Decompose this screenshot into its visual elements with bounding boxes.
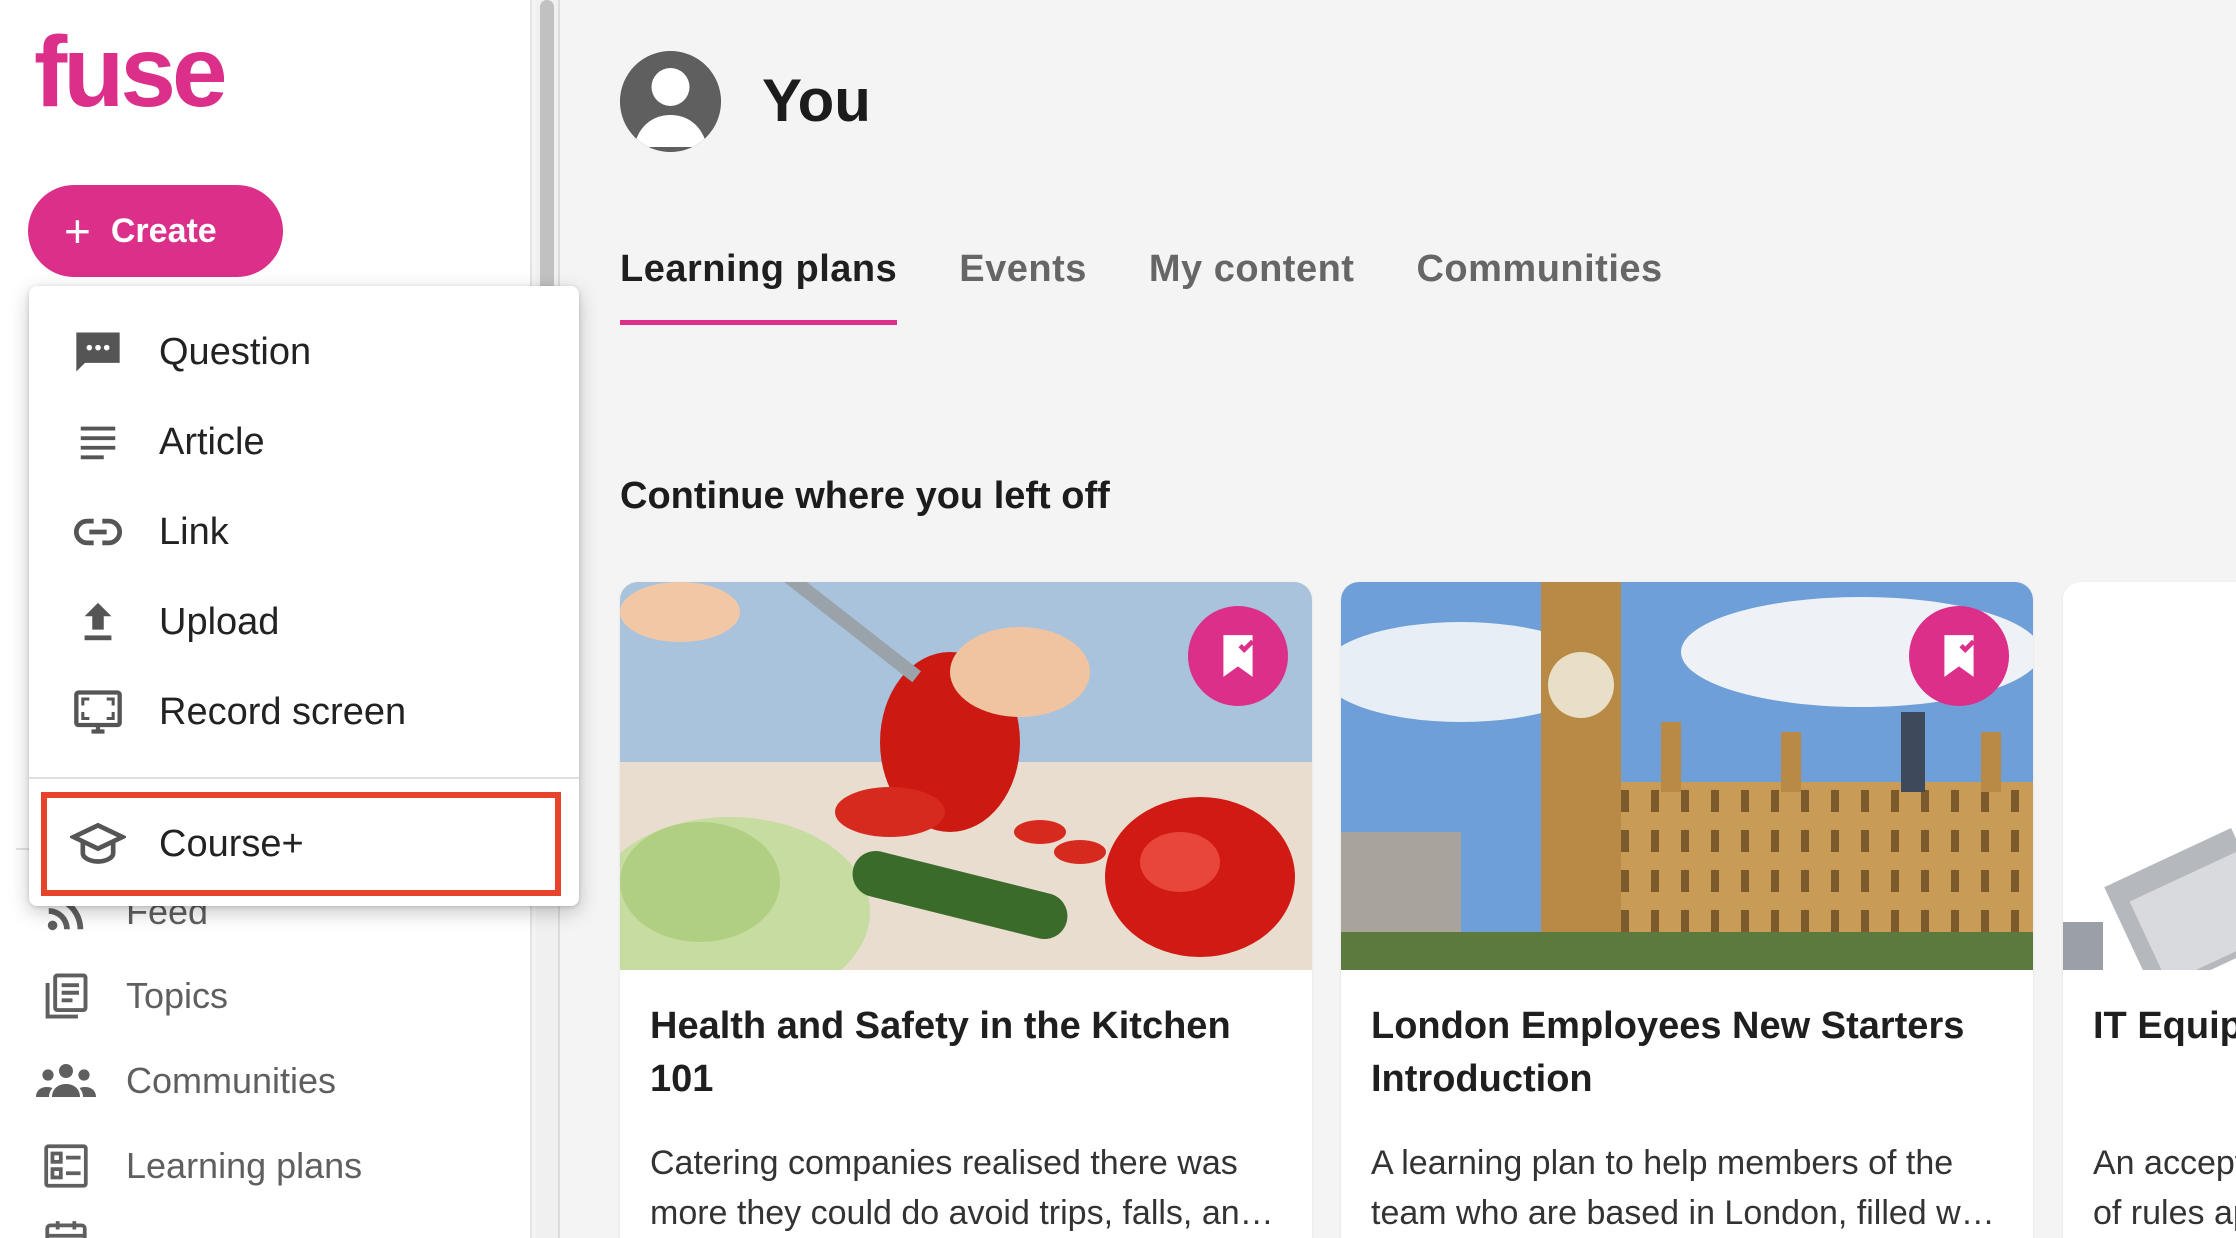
create-menu-item-upload[interactable]: Upload [29,577,579,667]
card-description: A learning plan to help members of the t… [1371,1144,1997,1232]
card-title: IT Equipment Training [2093,1005,2236,1047]
section-title: Continue where you left off [620,475,1110,517]
bookmark-check-icon [1909,606,2009,706]
create-button[interactable]: + Create [28,185,283,277]
calendar-icon [36,1212,96,1238]
record-screen-icon [69,683,127,741]
topics-icon [36,966,96,1026]
bookmark-check-icon [1188,606,1288,706]
card-title: Health and Safety in the Kitchen 101 [650,1005,1231,1100]
create-menu-item-label: Link [159,510,229,553]
card-title: London Employees New Starters Introducti… [1371,1005,1965,1100]
learning-plans-icon [36,1136,96,1196]
tab-my-content[interactable]: My content [1149,248,1355,325]
card-thumbnail [2063,582,2236,970]
upload-icon [69,593,127,651]
sidebar-item-learning-plans[interactable]: Learning plans [36,1136,362,1196]
learning-plan-card[interactable]: London Employees New Starters Introducti… [1341,582,2033,1238]
course-plus-highlight [41,792,561,896]
create-menu-divider [29,777,579,779]
tab-events[interactable]: Events [959,248,1087,325]
sidebar-item-topics[interactable]: Topics [36,966,228,1026]
create-menu-item-label: Question [159,330,312,373]
question-bubble-icon [69,323,127,381]
create-menu-item-article[interactable]: Article [29,397,579,487]
create-menu-item-link[interactable]: Link [29,487,579,577]
sidebar-item-label: Learning plans [126,1145,363,1186]
learning-plan-card[interactable]: Health and Safety in the Kitchen 101 Cat… [620,582,1312,1238]
link-icon [69,503,127,561]
card-description: An acceptable use policy ("AUP") is a se… [2093,1144,2236,1232]
page-title: You [762,67,871,134]
sidebar-item-events[interactable] [36,1212,96,1238]
tab-learning-plans[interactable]: Learning plans [620,248,898,325]
profile-tabs: Learning plans Events My content Communi… [620,248,1725,325]
card-thumbnail [1341,582,2033,970]
create-menu-item-label: Article [159,420,265,463]
svg-text:fuse: fuse [34,30,224,116]
card-thumbnail [620,582,1312,970]
sidebar-item-label: Communities [126,1060,337,1101]
communities-icon [36,1051,96,1111]
sidebar-item-label: Topics [126,975,229,1016]
create-menu: Question Article Link Upload Record scre… [29,286,579,906]
learning-plan-card[interactable]: IT Equipment Training An acceptable use … [2063,582,2236,1238]
fuse-logo[interactable]: fuse [34,16,229,128]
create-button-label: Create [110,211,217,250]
create-menu-item-question[interactable]: Question [29,307,579,397]
create-menu-item-record-screen[interactable]: Record screen [29,667,579,757]
create-menu-item-label: Upload [159,600,280,643]
sidebar-item-communities[interactable]: Communities [36,1051,336,1111]
avatar[interactable] [620,51,721,152]
create-menu-item-label: Record screen [159,690,407,733]
plus-icon: + [64,205,91,257]
card-description: Catering companies realised there was mo… [650,1144,1259,1232]
article-lines-icon [69,413,127,471]
tab-communities[interactable]: Communities [1416,248,1662,325]
